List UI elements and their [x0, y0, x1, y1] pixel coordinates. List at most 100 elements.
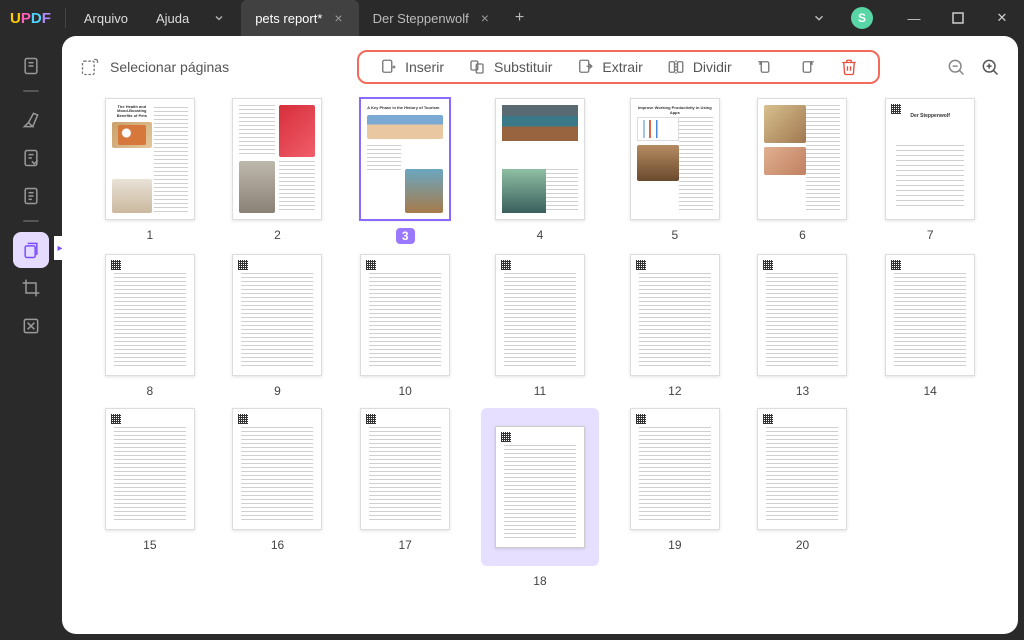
- menu-file[interactable]: Arquivo: [70, 0, 142, 36]
- page-number: 20: [796, 538, 809, 552]
- rotate-right-button[interactable]: [798, 58, 816, 76]
- page-thumb-2[interactable]: 2: [226, 98, 330, 244]
- page-thumb-12[interactable]: 12: [623, 254, 727, 398]
- new-tab-button[interactable]: +: [505, 0, 534, 36]
- page-thumb-13[interactable]: 13: [751, 254, 855, 398]
- replace-button[interactable]: Substituir: [468, 58, 552, 76]
- page-thumb-17[interactable]: 17: [353, 408, 457, 588]
- select-pages-icon: [80, 57, 100, 77]
- grid-scroll[interactable]: The Health and Mood-Boosting Benefits of…: [62, 90, 1018, 634]
- page-number: 12: [668, 384, 681, 398]
- page-number: 6: [799, 228, 806, 242]
- app-body: ▸ Selecionar páginas Inserir Substituir: [0, 36, 1024, 640]
- app-logo: UPDF: [0, 0, 61, 36]
- page-number: 3: [396, 228, 415, 244]
- page-number: 16: [271, 538, 284, 552]
- page-number: 9: [274, 384, 281, 398]
- rotate-left-icon: [756, 58, 774, 76]
- extract-button[interactable]: Extrair: [576, 58, 642, 76]
- sidebar-comment[interactable]: [13, 102, 49, 138]
- zoom-in-icon: [980, 57, 1000, 77]
- page-thumb-14[interactable]: 14: [878, 254, 982, 398]
- split-button[interactable]: Dividir: [667, 58, 732, 76]
- menu-dropdown[interactable]: [203, 0, 235, 36]
- page-thumb-3[interactable]: A Key Phase in the History of Tourism 3: [353, 98, 457, 244]
- tab-label: Der Steppenwolf: [373, 11, 469, 26]
- page-number: 5: [671, 228, 678, 242]
- split-label: Dividir: [693, 59, 732, 75]
- page-number: 2: [274, 228, 281, 242]
- page-number: 13: [796, 384, 809, 398]
- page-thumb-4[interactable]: 4: [481, 98, 599, 244]
- menu-help[interactable]: Ajuda: [142, 0, 203, 36]
- page-number: 7: [927, 228, 934, 242]
- titlebar: UPDF Arquivo Ajuda pets report* × Der St…: [0, 0, 1024, 36]
- sidebar-watermark[interactable]: [13, 308, 49, 344]
- sidebar-form[interactable]: [13, 178, 49, 214]
- title-controls: S — ✕: [797, 0, 1024, 36]
- pages-stack-icon: [21, 240, 41, 260]
- page-thumb-8[interactable]: 8: [98, 254, 202, 398]
- page-thumb-19[interactable]: 19: [623, 408, 727, 588]
- page-thumb-10[interactable]: 10: [353, 254, 457, 398]
- page-thumb-11[interactable]: 11: [481, 254, 599, 398]
- page-number: 8: [146, 384, 153, 398]
- organize-actions-group: Inserir Substituir Extrair Dividir: [357, 50, 880, 84]
- page-thumb-20[interactable]: 20: [751, 408, 855, 588]
- toolbar: Selecionar páginas Inserir Substituir Ex…: [62, 36, 1018, 90]
- crop-icon: [21, 278, 41, 298]
- close-icon[interactable]: ×: [332, 10, 344, 26]
- page-number: 17: [398, 538, 411, 552]
- insert-label: Inserir: [405, 59, 444, 75]
- extract-icon: [576, 58, 594, 76]
- page-number: 11: [534, 384, 546, 398]
- zoom-in-button[interactable]: [980, 57, 1000, 77]
- separator: [23, 220, 39, 222]
- tab-strip: pets report* × Der Steppenwolf × +: [241, 0, 797, 36]
- page-thumb-1[interactable]: The Health and Mood-Boosting Benefits of…: [98, 98, 202, 244]
- stamp-icon: [21, 316, 41, 336]
- page-thumb-15[interactable]: 15: [98, 408, 202, 588]
- title-dropdown[interactable]: [797, 0, 841, 36]
- delete-button[interactable]: [840, 58, 858, 76]
- avatar[interactable]: S: [851, 7, 873, 29]
- square-icon: [952, 12, 964, 24]
- thumbnail-grid: The Health and Mood-Boosting Benefits of…: [62, 90, 1018, 612]
- page-thumb-7[interactable]: Der Steppenwolf 7: [878, 98, 982, 244]
- replace-label: Substituir: [494, 59, 552, 75]
- page-number: 19: [668, 538, 681, 552]
- separator: [65, 8, 66, 28]
- tab-steppenwolf[interactable]: Der Steppenwolf ×: [359, 0, 505, 36]
- page-thumb-18[interactable]: 18: [481, 408, 599, 588]
- separator: [23, 90, 39, 92]
- window-minimize[interactable]: —: [892, 0, 936, 36]
- marker-icon: [21, 110, 41, 130]
- insert-button[interactable]: Inserir: [379, 58, 444, 76]
- window-maximize[interactable]: [936, 0, 980, 36]
- select-pages-button[interactable]: Selecionar páginas: [80, 57, 229, 77]
- chevron-down-icon: [213, 12, 225, 24]
- split-icon: [667, 58, 685, 76]
- sidebar-edit[interactable]: [13, 140, 49, 176]
- form-icon: [21, 186, 41, 206]
- zoom-out-button[interactable]: [946, 57, 966, 77]
- sidebar: ▸: [0, 36, 62, 640]
- page-thumb-9[interactable]: 9: [226, 254, 330, 398]
- insert-icon: [379, 58, 397, 76]
- page-thumb-6[interactable]: 6: [751, 98, 855, 244]
- sidebar-reader[interactable]: [13, 48, 49, 84]
- rotate-left-button[interactable]: [756, 58, 774, 76]
- tab-pets-report[interactable]: pets report* ×: [241, 0, 358, 36]
- sidebar-crop[interactable]: [13, 270, 49, 306]
- page-icon: [21, 56, 41, 76]
- zoom-out-icon: [946, 57, 966, 77]
- page-number: 18: [533, 574, 546, 588]
- page-thumb-16[interactable]: 16: [226, 408, 330, 588]
- tab-label: pets report*: [255, 11, 322, 26]
- window-close[interactable]: ✕: [980, 0, 1024, 36]
- page-thumb-5[interactable]: Improve Working Productivity in Using Ap…: [623, 98, 727, 244]
- content-area: Selecionar páginas Inserir Substituir Ex…: [62, 36, 1018, 634]
- sidebar-organize-pages[interactable]: [13, 232, 49, 268]
- page-number: 1: [146, 228, 153, 242]
- close-icon[interactable]: ×: [479, 10, 491, 26]
